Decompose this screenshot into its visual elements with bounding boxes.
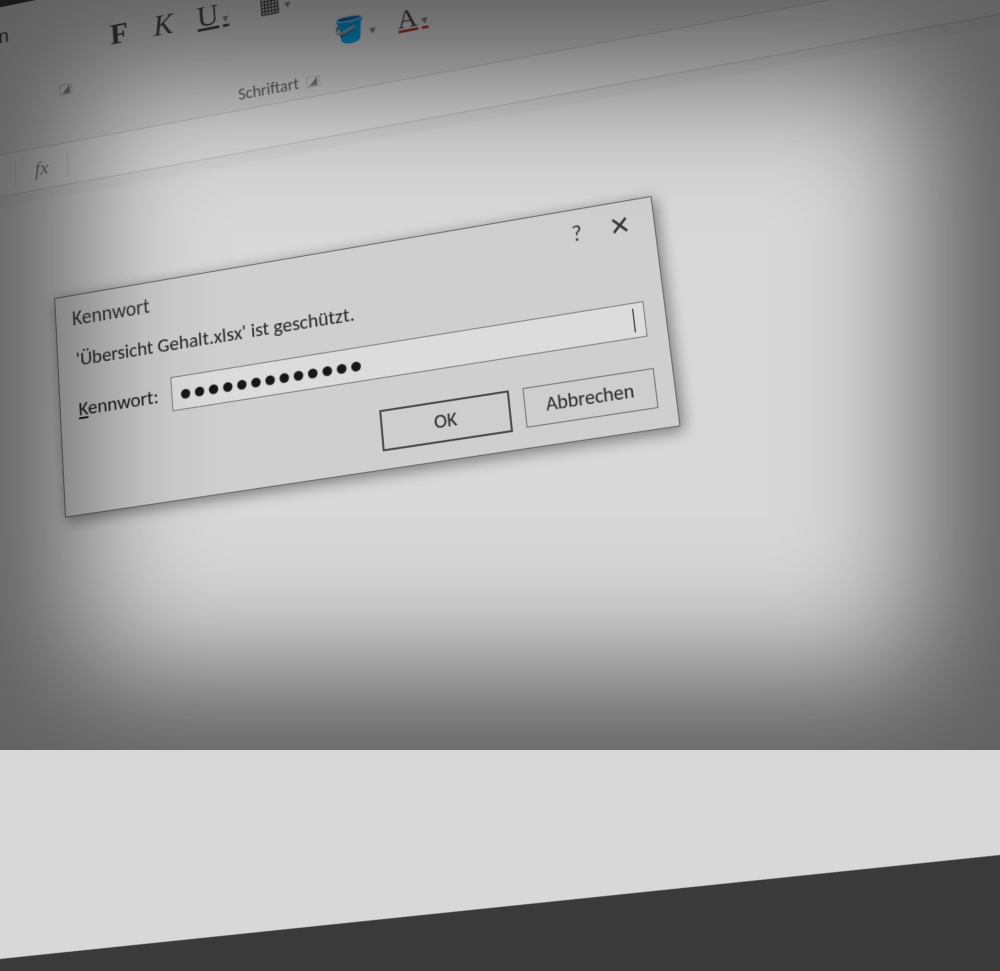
bold-button[interactable]: F [109, 16, 129, 52]
italic-button[interactable]: K [152, 7, 174, 44]
chevron-down-icon[interactable]: ▾ [369, 24, 377, 39]
font-launcher-icon[interactable]: ◢ [306, 75, 321, 88]
alignment-buttons: ≡ ≡ ≡ ≡ ≡ ≡ [510, 0, 641, 2]
fx-icon[interactable]: fx [15, 152, 68, 184]
close-button[interactable]: ✕ [596, 205, 644, 247]
excel-window: Daten Überprüfen Ansicht t übertragen ◢ … [0, 0, 1000, 971]
underline-button[interactable]: U▾ [196, 0, 230, 36]
password-label: Kennwort: [78, 384, 159, 421]
help-button[interactable]: ? [553, 212, 600, 254]
clipboard-group-label: t übertragen [0, 23, 9, 68]
chevron-down-icon[interactable]: ▾ [284, 0, 291, 12]
accept-icon[interactable]: ✓ [0, 159, 16, 197]
chevron-down-icon[interactable]: ▾ [421, 13, 429, 28]
align-left-button[interactable]: ≡ [515, 0, 551, 2]
borders-button[interactable]: ▦▾ [258, 0, 292, 20]
fill-color-button[interactable]: 🪣▾ [332, 10, 376, 48]
font-color-button[interactable]: A▾ [396, 0, 429, 36]
clipboard-launcher-icon[interactable]: ◢ [59, 83, 73, 96]
chevron-down-icon[interactable]: ▾ [222, 12, 229, 26]
